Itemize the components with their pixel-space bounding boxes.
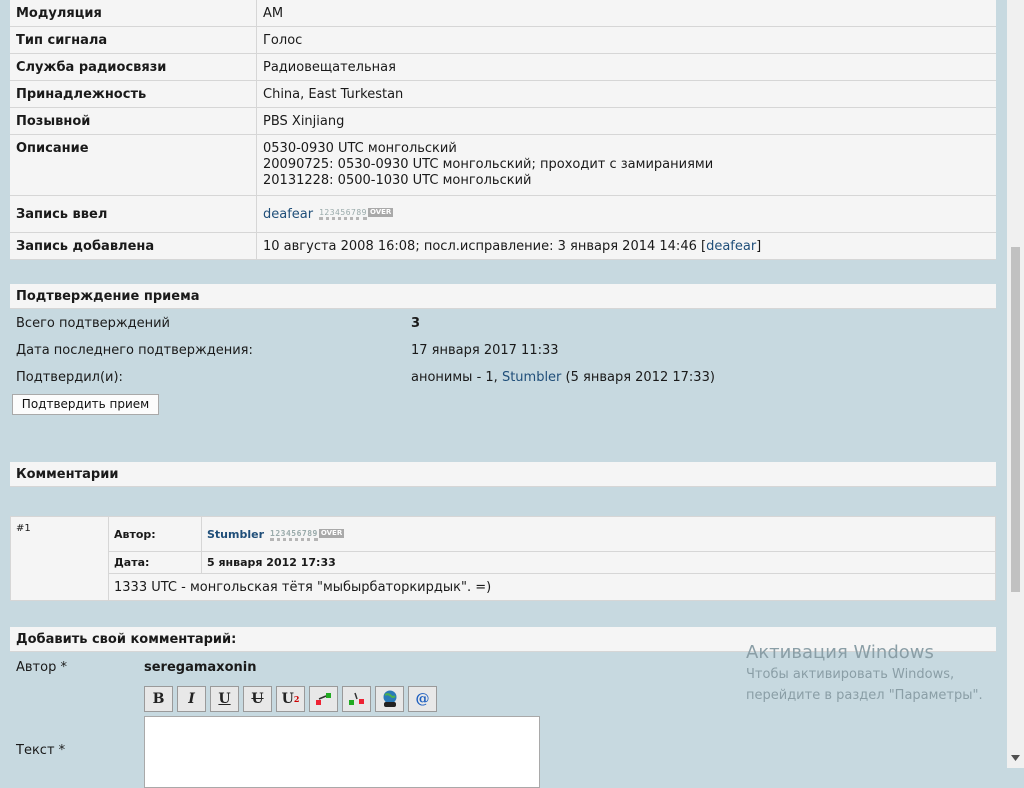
info-label: Модуляция xyxy=(10,0,257,27)
info-value: China, East Turkestan xyxy=(256,80,996,108)
info-label: Запись добавлена xyxy=(10,232,257,260)
info-row-callsign: Позывной PBS Xinjiang xyxy=(10,107,996,135)
info-row-modulation: Модуляция AM xyxy=(10,0,996,27)
description-line: 20131228: 0500-1030 UTC монгольский xyxy=(263,173,532,188)
insert-image-icon[interactable] xyxy=(309,686,338,712)
info-label: Позывной xyxy=(10,107,257,135)
info-value: AM xyxy=(256,0,996,27)
rank-digits: 123456789 xyxy=(270,529,318,541)
info-value: 10 августа 2008 16:08; посл.исправление:… xyxy=(256,232,996,260)
windows-activation-watermark: Активация Windows Чтобы активировать Win… xyxy=(746,642,983,705)
rank-over-badge: OVER xyxy=(367,208,394,217)
info-row-added: Запись добавлена 10 августа 2008 16:08; … xyxy=(10,232,996,260)
text-field-label: Текст * xyxy=(16,743,66,758)
confirm-last-label: Дата последнего подтверждения: xyxy=(16,343,253,358)
comment-author-link[interactable]: Stumbler xyxy=(207,528,264,541)
confirm-last-value: 17 января 2017 11:33 xyxy=(411,343,559,358)
author-field-label: Автор * xyxy=(16,660,67,675)
rank-digits: 123456789 xyxy=(319,208,367,220)
confirm-reception-button[interactable]: Подтвердить прием xyxy=(12,394,159,415)
confirm-total-value: 3 xyxy=(411,316,421,331)
station-info: Модуляция AM Тип сигнала Голос Служба ра… xyxy=(10,0,996,260)
comment-author-row: #1 Автор: Stumbler 123456789 OVER xyxy=(10,516,996,601)
confirm-total-label: Всего подтверждений xyxy=(16,316,171,331)
confirm-last-row: Дата последнего подтверждения: 17 января… xyxy=(16,343,996,363)
insert-link-globe-icon[interactable] xyxy=(375,686,404,712)
station-info-table: Модуляция AM Тип сигнала Голос Служба ра… xyxy=(10,0,996,260)
added-close: ] xyxy=(756,238,762,254)
comment-date: 5 января 2012 17:33 xyxy=(201,551,996,574)
user-rank-icon: 123456789 OVER xyxy=(270,528,345,541)
info-value: deafear 123456789 OVER xyxy=(256,195,996,233)
watermark-title: Активация Windows xyxy=(746,642,934,663)
bold-icon[interactable]: B xyxy=(144,686,173,712)
info-label: Служба радиосвязи xyxy=(10,53,257,81)
comment-text: 1333 UTC - монгольская тётя "мыбырбаторк… xyxy=(108,573,996,601)
confirm-by-prefix: анонимы - 1, xyxy=(411,370,502,385)
formatting-toolbar: B I U U U2 @ xyxy=(144,686,441,712)
info-row-owner: Принадлежность China, East Turkestan xyxy=(10,80,996,108)
comment-table: #1 Автор: Stumbler 123456789 OVER Дата: 5 … xyxy=(10,516,996,601)
vertical-scrollbar[interactable] xyxy=(1007,0,1024,768)
description-line: 20090725: 0530-0930 UTC монгольский; про… xyxy=(263,157,714,172)
underline-icon[interactable]: U xyxy=(210,686,239,712)
scrollbar-thumb[interactable] xyxy=(1011,247,1020,592)
confirm-by-suffix: (5 января 2012 17:33) xyxy=(561,370,715,385)
info-label: Запись ввел xyxy=(10,195,257,233)
info-value: Радиовещательная xyxy=(256,53,996,81)
comment-date-row: Дата: 5 января 2012 17:33 xyxy=(11,551,996,574)
info-row-service: Служба радиосвязи Радиовещательная xyxy=(10,53,996,81)
comment-author-label: Автор: xyxy=(108,516,202,552)
info-label: Описание xyxy=(10,134,257,196)
confirm-by-row: Подтвердил(и): анонимы - 1, Stumbler (5 … xyxy=(16,370,996,390)
description-line: 0530-0930 UTC монгольский xyxy=(263,141,457,156)
info-value: 0530-0930 UTC монгольский 20090725: 0530… xyxy=(256,134,996,196)
user-rank-icon: 123456789 OVER xyxy=(319,208,394,220)
info-row-signal-type: Тип сигнала Голос xyxy=(10,26,996,54)
user-link[interactable]: Stumbler xyxy=(502,370,561,385)
strikethrough-icon[interactable]: U xyxy=(243,686,272,712)
info-value: Голос xyxy=(256,26,996,54)
insert-email-icon[interactable]: @ xyxy=(408,686,437,712)
comment-author-cell: Stumbler 123456789 OVER xyxy=(201,516,996,552)
rank-over-badge: OVER xyxy=(318,528,345,538)
superscript-icon[interactable]: U2 xyxy=(276,686,305,712)
user-link[interactable]: deafear xyxy=(263,207,313,222)
insert-image-alt-icon[interactable] xyxy=(342,686,371,712)
confirm-total-row: Всего подтверждений 3 xyxy=(16,316,996,336)
watermark-line: Чтобы активировать Windows, xyxy=(746,667,955,682)
comment-text-row: 1333 UTC - монгольская тётя "мыбырбаторк… xyxy=(11,573,996,601)
confirm-by-value: анонимы - 1, Stumbler (5 января 2012 17:… xyxy=(411,370,715,385)
info-row-entered-by: Запись ввел deafear 123456789 OVER xyxy=(10,195,996,233)
info-row-description: Описание 0530-0930 UTC монгольский 20090… xyxy=(10,134,996,196)
info-label: Принадлежность xyxy=(10,80,257,108)
watermark-line: перейдите в раздел "Параметры". xyxy=(746,688,983,703)
italic-icon[interactable]: I xyxy=(177,686,206,712)
comment-textarea[interactable] xyxy=(144,716,540,788)
scroll-down-arrow-icon[interactable] xyxy=(1011,754,1020,762)
comments-header: Комментарии xyxy=(10,462,996,487)
confirm-by-label: Подтвердил(и): xyxy=(16,370,123,385)
info-label: Тип сигнала xyxy=(10,26,257,54)
comment-date-label: Дата: xyxy=(108,551,202,574)
added-text: 10 августа 2008 16:08; посл.исправление:… xyxy=(263,238,707,254)
user-link[interactable]: deafear xyxy=(706,239,756,254)
info-value: PBS Xinjiang xyxy=(256,107,996,135)
comment-number: #1 xyxy=(10,516,109,601)
confirmation-header: Подтверждение приема xyxy=(10,284,996,309)
author-field-value: seregamaxonin xyxy=(144,660,257,675)
